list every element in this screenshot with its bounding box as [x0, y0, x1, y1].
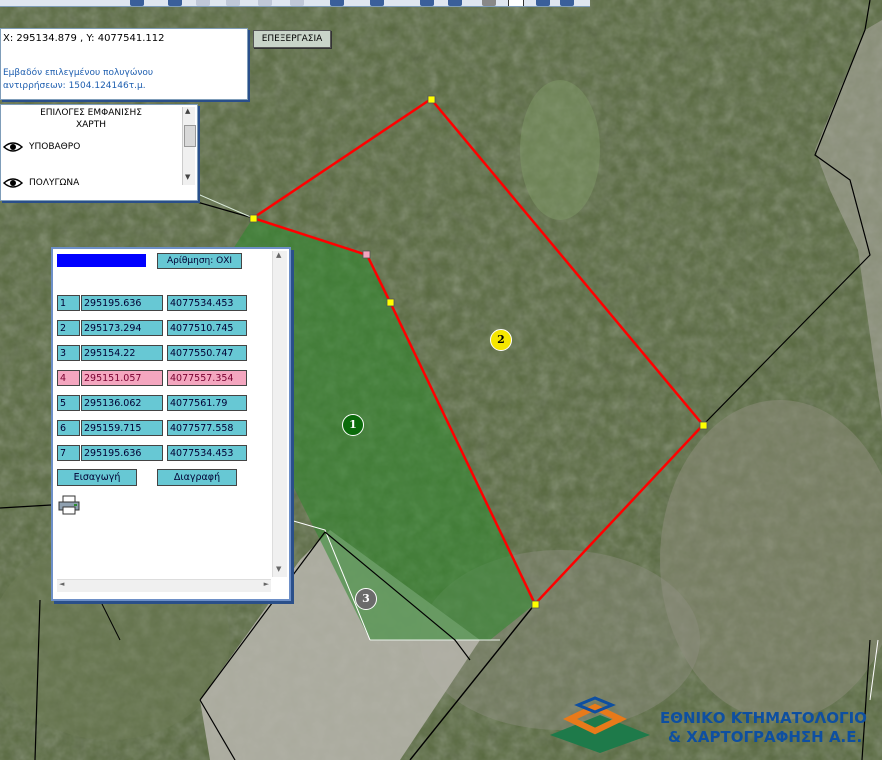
map-toolbar — [0, 0, 590, 7]
vertex-x[interactable]: 295195.636 — [81, 295, 163, 311]
printer-icon[interactable] — [58, 495, 80, 515]
insert-vertex-button[interactable]: Εισαγωγή — [57, 469, 137, 486]
vertex-index: 3 — [57, 345, 80, 361]
vertex-y[interactable]: 4077577.558 — [167, 420, 247, 436]
selected-polygon-area: Εμβαδόν επιλεγμένου πολυγώνου αντιρρήσεω… — [3, 67, 153, 93]
vertex-x[interactable]: 295159.715 — [81, 420, 163, 436]
vertex-index: 1 — [57, 295, 80, 311]
ktimatologio-logo-icon — [550, 696, 650, 753]
edit-button[interactable]: ΕΠΕΞΕΡΓΑΣΙΑ — [253, 30, 331, 48]
vertex-y[interactable]: 4077550.747 — [167, 345, 247, 361]
logo-line2: & ΧΑΡΤΟΓΡΑΦΗΣΗ Α.Ε. — [668, 728, 863, 746]
layer-toggle-polygons[interactable]: ΠΟΛΥΓΩΝΑ — [3, 177, 79, 189]
vertex-handle[interactable] — [386, 298, 395, 307]
toolbar-tool-icon[interactable] — [448, 0, 462, 6]
vertex-index: 2 — [57, 320, 80, 336]
toolbar-tool-icon[interactable] — [508, 0, 524, 6]
polygon-color-swatch[interactable] — [57, 254, 146, 267]
logo-line1: ΕΘΝΙΚΟ ΚΤΗΜΑΤΟΛΟΓΙΟ — [660, 709, 867, 727]
company-logo: ΕΘΝΙΚΟ ΚΤΗΜΑΤΟΛΟΓΙΟ & ΧΑΡΤΟΓΡΑΦΗΣΗ Α.Ε. — [548, 695, 882, 760]
vertex-x[interactable]: 295136.062 — [81, 395, 163, 411]
toolbar-tool-icon[interactable] — [130, 0, 144, 6]
polygon-vertices-panel: Αρίθμηση: ΟΧΙ 1 295195.636 4077534.453 2… — [51, 247, 291, 601]
toolbar-tool-icon[interactable] — [168, 0, 182, 6]
panel-scrollbar-horizontal[interactable]: ◄ ► — [57, 579, 271, 592]
toolbar-tool-icon[interactable] — [226, 0, 240, 6]
vertex-y[interactable]: 4077557.354 — [167, 370, 247, 386]
numbering-toggle-button[interactable]: Αρίθμηση: ΟΧΙ — [157, 253, 242, 269]
toolbar-tool-icon[interactable] — [536, 0, 550, 6]
layer-toggle-basemap[interactable]: ΥΠΟΒΑΘΡΟ — [3, 141, 80, 153]
vertex-y[interactable]: 4077534.453 — [167, 295, 247, 311]
vertex-handle[interactable] — [427, 95, 436, 104]
polygon-marker-2[interactable]: 2 — [490, 329, 512, 351]
vertex-x[interactable]: 295173.294 — [81, 320, 163, 336]
layers-title-line1: ΕΠΙΛΟΓΕΣ ΕΜΦΑΝΙΣΗΣ — [40, 108, 142, 118]
scroll-up-icon[interactable]: ▲ — [185, 107, 190, 115]
map-display-options-panel: ΕΠΙΛΟΓΕΣ ΕΜΦΑΝΙΣΗΣ ΧΑΡΤΗ ΥΠΟΒΑΘΡΟ ΠΟΛΥΓΩ… — [0, 104, 198, 201]
layers-title-line2: ΧΑΡΤΗ — [75, 120, 106, 130]
vertex-handle[interactable] — [699, 421, 708, 430]
toolbar-tool-icon[interactable] — [196, 0, 210, 6]
polygon-marker-3[interactable]: 3 — [355, 588, 377, 610]
toolbar-tool-icon[interactable] — [420, 0, 434, 6]
eye-icon[interactable] — [3, 141, 23, 153]
scroll-thumb[interactable] — [184, 125, 196, 147]
toolbar-tool-icon[interactable] — [330, 0, 344, 6]
vertex-index: 6 — [57, 420, 80, 436]
vertex-handle[interactable] — [531, 600, 540, 609]
vertex-index: 7 — [57, 445, 80, 461]
toolbar-tool-icon[interactable] — [290, 0, 304, 6]
vertex-x[interactable]: 295195.636 — [81, 445, 163, 461]
toolbar-tool-icon[interactable] — [482, 0, 496, 6]
vertex-y[interactable]: 4077510.745 — [167, 320, 247, 336]
toolbar-tool-icon[interactable] — [258, 0, 272, 6]
scroll-left-icon[interactable]: ◄ — [59, 580, 64, 588]
logo-text: ΕΘΝΙΚΟ ΚΤΗΜΑΤΟΛΟΓΙΟ & ΧΑΡΤΟΓΡΑΦΗΣΗ Α.Ε. — [660, 709, 867, 747]
cursor-coordinates: X: 295134.879 , Y: 4077541.112 — [3, 33, 165, 44]
vertex-index: 4 — [57, 370, 80, 386]
vertex-index: 5 — [57, 395, 80, 411]
delete-vertex-button[interactable]: Διαγραφή — [157, 469, 237, 486]
layers-panel-title: ΕΠΙΛΟΓΕΣ ΕΜΦΑΝΙΣΗΣ ΧΑΡΤΗ — [1, 107, 181, 131]
vertex-handle[interactable] — [249, 214, 258, 223]
area-label-line1: Εμβαδόν επιλεγμένου πολυγώνου — [3, 68, 154, 78]
area-value: αντιρρήσεων: 1504.124146τ.μ. — [3, 81, 146, 91]
vertex-x[interactable]: 295154.22 — [81, 345, 163, 361]
eye-icon[interactable] — [3, 177, 23, 189]
vertex-y[interactable]: 4077534.453 — [167, 445, 247, 461]
scroll-right-icon[interactable]: ► — [264, 580, 269, 588]
vertex-x[interactable]: 295151.057 — [81, 370, 163, 386]
toolbar-tool-icon[interactable] — [560, 0, 574, 6]
panel-scrollbar-vertical[interactable]: ▲ ▼ — [272, 251, 287, 577]
layers-scrollbar[interactable]: ▲ ▼ — [182, 107, 196, 185]
vertex-y[interactable]: 4077561.79 — [167, 395, 247, 411]
scroll-down-icon[interactable]: ▼ — [276, 565, 281, 573]
layer-label: ΥΠΟΒΑΘΡΟ — [29, 142, 81, 152]
toolbar-tool-icon[interactable] — [370, 0, 384, 6]
info-box: X: 295134.879 , Y: 4077541.112 Εμβαδόν ε… — [0, 28, 248, 100]
vertex-handle-selected[interactable] — [362, 250, 371, 259]
layer-label: ΠΟΛΥΓΩΝΑ — [29, 178, 80, 188]
scroll-up-icon[interactable]: ▲ — [276, 251, 281, 259]
polygon-marker-1[interactable]: 1 — [342, 414, 364, 436]
scroll-down-icon[interactable]: ▼ — [185, 173, 190, 181]
